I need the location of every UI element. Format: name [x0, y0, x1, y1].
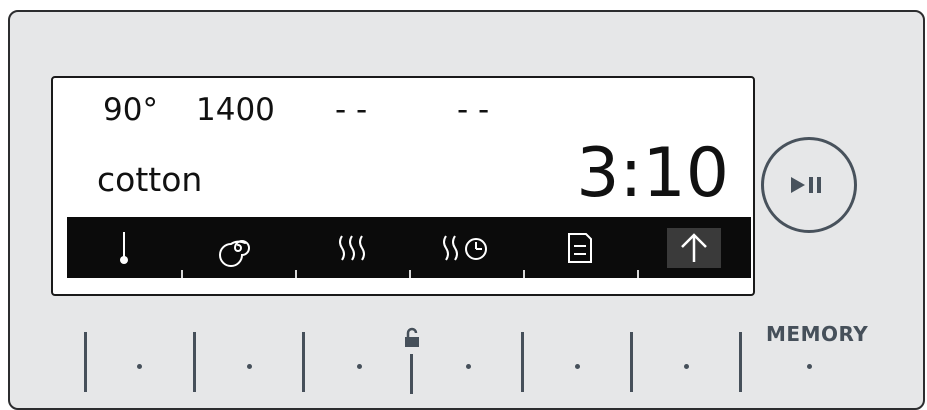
touch-button-3[interactable] [302, 332, 305, 392]
steam-value: - - [335, 92, 368, 128]
steam-option[interactable] [295, 217, 409, 278]
touch-dot [357, 364, 362, 369]
touch-button-7[interactable] [739, 332, 742, 392]
lcd-display: 90° 1400 - - - - cotton 3:10 [51, 76, 755, 296]
touch-dot [466, 364, 471, 369]
spin-option[interactable] [181, 217, 295, 278]
delay-value: - - [457, 92, 490, 128]
touch-dot [575, 364, 580, 369]
temperature-value: 90° [103, 92, 158, 128]
steam-timer-icon [443, 234, 487, 261]
play-pause-icon [791, 177, 821, 193]
divider-tick [295, 270, 297, 278]
divider-tick [409, 270, 411, 278]
touch-button-2[interactable] [193, 332, 196, 392]
selected-highlight [667, 227, 721, 268]
back-option[interactable] [637, 217, 751, 278]
spiral-icon [219, 239, 250, 267]
arrow-up-icon [681, 232, 707, 262]
divider-tick [637, 270, 639, 278]
divider-tick [523, 270, 525, 278]
document-icon [568, 232, 592, 263]
touch-button-6[interactable] [630, 332, 633, 392]
play-pause-button[interactable] [761, 137, 857, 233]
touch-dot [137, 364, 142, 369]
padlock-icon [405, 327, 419, 347]
memory-button[interactable] [807, 364, 812, 369]
remaining-time: 3:10 [576, 134, 729, 213]
touch-dot [247, 364, 252, 369]
program-name: cotton [97, 160, 203, 199]
spin-speed-value: 1400 [196, 92, 275, 128]
touch-button-5[interactable] [521, 332, 524, 392]
touch-dot [684, 364, 689, 369]
divider-tick [181, 270, 183, 278]
steam-icon [339, 234, 365, 261]
touch-button-4[interactable] [410, 354, 413, 394]
temperature-option[interactable] [67, 217, 181, 278]
steam-timer-option[interactable] [409, 217, 523, 278]
memory-label: MEMORY [766, 322, 869, 346]
option-icon-bar [67, 217, 751, 278]
touch-button-1[interactable] [84, 332, 87, 392]
program-info-option[interactable] [523, 217, 637, 278]
thermometer-icon [120, 231, 128, 264]
